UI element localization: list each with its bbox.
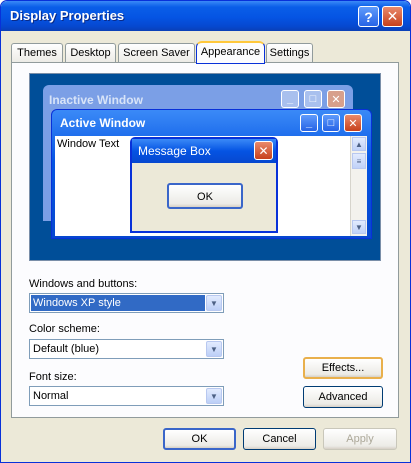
minimize-icon: _ <box>300 114 318 132</box>
close-icon: ✕ <box>327 90 345 108</box>
window-title: Display Properties <box>10 8 125 23</box>
chevron-down-icon[interactable]: ▼ <box>206 341 222 357</box>
maximize-icon: □ <box>304 90 322 108</box>
tab-appearance[interactable]: Appearance <box>196 41 265 64</box>
tab-desktop[interactable]: Desktop <box>65 43 116 62</box>
display-properties-window: Display Properties ? ✕ Themes Desktop Sc… <box>0 0 411 463</box>
inactive-window-title: Inactive Window <box>49 93 143 107</box>
font-size-label: Font size: <box>29 371 77 383</box>
effects-button[interactable]: Effects... <box>303 357 383 379</box>
windows-buttons-value: Windows XP style <box>31 295 205 311</box>
active-window-title: Active Window <box>60 116 146 130</box>
close-icon: ✕ <box>344 114 362 132</box>
window-text: Window Text <box>57 138 120 150</box>
font-size-select[interactable]: Normal ▼ <box>29 386 224 406</box>
tab-themes[interactable]: Themes <box>11 43 63 62</box>
message-box-ok-button: OK <box>167 183 243 209</box>
windows-buttons-label: Windows and buttons: <box>29 278 138 290</box>
apply-button[interactable]: Apply <box>323 428 397 450</box>
maximize-icon: □ <box>322 114 340 132</box>
message-box-title: Message Box <box>138 144 211 158</box>
font-size-value: Normal <box>33 390 69 402</box>
close-icon: ✕ <box>386 8 399 24</box>
color-scheme-label: Color scheme: <box>29 323 100 335</box>
title-bar[interactable]: Display Properties ? ✕ <box>1 1 410 31</box>
ok-button[interactable]: OK <box>163 428 236 450</box>
help-icon: ? <box>364 8 373 25</box>
close-button[interactable]: ✕ <box>382 6 403 27</box>
chevron-down-icon[interactable]: ▼ <box>206 388 222 404</box>
scroll-up-icon: ▲ <box>352 137 366 151</box>
color-scheme-select[interactable]: Default (blue) ▼ <box>29 339 224 359</box>
message-box-titlebar: Message Box ✕ <box>132 139 276 163</box>
preview-message-box: Message Box ✕ OK <box>130 137 278 233</box>
minimize-icon: _ <box>281 90 299 108</box>
cancel-button[interactable]: Cancel <box>243 428 316 450</box>
color-scheme-value: Default (blue) <box>33 343 100 355</box>
windows-buttons-select[interactable]: Windows XP style ▼ <box>29 293 224 313</box>
scroll-thumb: ≡ <box>352 153 366 169</box>
close-icon: ✕ <box>254 141 273 160</box>
chevron-down-icon[interactable]: ▼ <box>206 295 222 311</box>
tab-screen-saver[interactable]: Screen Saver <box>118 43 195 62</box>
advanced-button[interactable]: Advanced <box>303 386 383 408</box>
tab-settings[interactable]: Settings <box>266 43 313 62</box>
help-button[interactable]: ? <box>358 6 379 27</box>
scroll-down-icon: ▼ <box>352 220 366 234</box>
preview-scrollbar: ▲ ≡ ▼ <box>350 136 367 236</box>
